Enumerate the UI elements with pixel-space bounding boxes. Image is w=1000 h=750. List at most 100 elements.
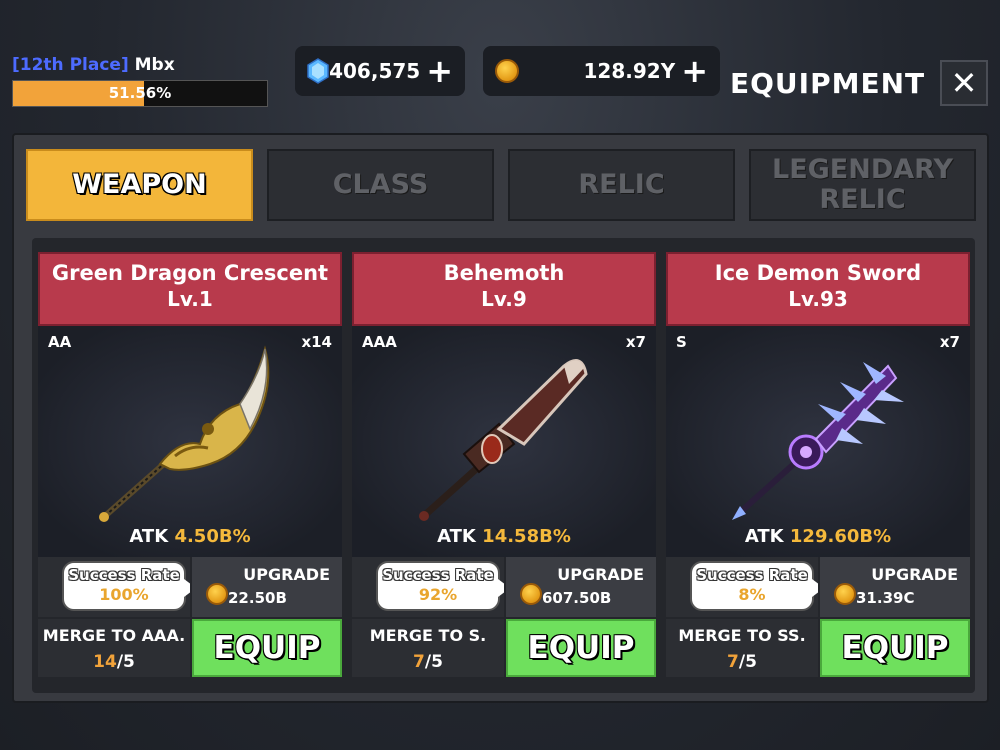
xp-progress-bar: 51.56%: [12, 80, 268, 107]
crescent-blade-icon: [99, 345, 270, 522]
add-gems-button[interactable]: +: [426, 55, 453, 87]
page-title: EQUIPMENT: [730, 67, 926, 100]
player-info: [12th Place] Mbx 51.56%: [12, 55, 268, 107]
merge-count: 14/5: [38, 652, 190, 672]
merge-label: MERGE TO AAA.: [42, 626, 186, 645]
merge-label: MERGE TO SS.: [678, 626, 806, 645]
weapon-count: x14: [301, 333, 332, 351]
coin-icon: [520, 583, 542, 605]
equip-button[interactable]: EQUIP: [506, 619, 656, 677]
merge-button[interactable]: MERGE TO SS. 7/5: [666, 619, 818, 677]
weapon-name: Green Dragon Crescent: [51, 261, 329, 285]
merge-current: 14: [93, 652, 117, 672]
upgrade-cost: 31.39C: [856, 589, 915, 607]
weapon-attack: ATK 4.50B%: [38, 526, 342, 547]
upgrade-cost: 22.50B: [228, 589, 287, 607]
merge-current: 7: [413, 652, 425, 672]
merge-total: /5: [424, 652, 443, 672]
weapon-card[interactable]: Behemoth Lv.9 AAA x7 ATK 14.58B% Success…: [352, 252, 656, 682]
merge-total: /5: [738, 652, 757, 672]
player-name: Mbx: [134, 55, 175, 75]
success-rate-bubble: Success Rate 8%: [690, 561, 824, 611]
weapon-card[interactable]: Ice Demon Sword Lv.93 S x7 ATK 129.60B% …: [666, 252, 970, 682]
weapon-grade: AAA: [362, 333, 397, 351]
weapon-card-header: Green Dragon Crescent Lv.1: [38, 252, 342, 326]
weapon-art: AAA x7 ATK 14.58B%: [352, 326, 656, 557]
atk-label: ATK: [129, 526, 169, 547]
success-rate: Success Rate 92%: [352, 557, 510, 617]
upgrade-label: UPGRADE: [557, 565, 644, 584]
tab-weapon[interactable]: WEAPON: [26, 149, 253, 221]
weapon-attack: ATK 14.58B%: [352, 526, 656, 547]
weapon-card[interactable]: Green Dragon Crescent Lv.1 AA x14 ATK 4.…: [38, 252, 342, 682]
atk-value: 129.60B%: [789, 526, 892, 547]
close-icon: ✕: [950, 64, 978, 102]
coin-icon: [206, 583, 228, 605]
merge-current: 7: [727, 652, 739, 672]
weapon-grade: AA: [48, 333, 72, 351]
merge-count: 7/5: [352, 652, 504, 672]
success-rate-value: 100%: [99, 585, 149, 604]
player-rank: [12th Place]: [12, 55, 129, 75]
equip-button[interactable]: EQUIP: [192, 619, 342, 677]
weapon-card-header: Behemoth Lv.9: [352, 252, 656, 326]
weapon-level: Lv.9: [481, 287, 527, 311]
weapon-count: x7: [625, 333, 646, 351]
weapon-name: Ice Demon Sword: [714, 261, 922, 285]
tab-legendary-relic[interactable]: LEGENDARY RELIC: [749, 149, 976, 221]
success-rate-bubble: Success Rate 100%: [62, 561, 196, 611]
weapon-card-list: Green Dragon Crescent Lv.1 AA x14 ATK 4.…: [32, 238, 975, 693]
weapon-level: Lv.93: [788, 287, 848, 311]
tab-weapon-label: WEAPON: [72, 169, 207, 200]
gem-currency: 406,575 +: [295, 46, 465, 96]
atk-value: 4.50B%: [174, 526, 251, 547]
upgrade-button[interactable]: UPGRADE 22.50B: [190, 557, 342, 617]
tab-class-label: CLASS: [332, 169, 429, 200]
tab-legendary-relic-label: LEGENDARY RELIC: [771, 154, 954, 215]
success-rate-value: 92%: [418, 585, 458, 604]
coin-icon: [834, 583, 856, 605]
success-rate-value: 8%: [738, 585, 766, 604]
weapon-art: S x7 ATK 129.60B%: [666, 326, 970, 557]
merge-button[interactable]: MERGE TO S. 7/5: [352, 619, 504, 677]
weapon-art: AA x14 ATK 4.50B%: [38, 326, 342, 557]
success-rate-label: Success Rate: [382, 566, 494, 584]
upgrade-cost: 607.50B: [542, 589, 612, 607]
success-rate-label: Success Rate: [696, 566, 808, 584]
upgrade-label: UPGRADE: [243, 565, 330, 584]
gem-icon: [307, 58, 329, 84]
weapon-grade: S: [676, 333, 687, 351]
equipment-panel: WEAPON CLASS RELIC LEGENDARY RELIC Green…: [12, 133, 989, 703]
upgrade-button[interactable]: UPGRADE 607.50B: [504, 557, 656, 617]
merge-total: /5: [116, 652, 135, 672]
gem-amount: 406,575: [329, 59, 421, 83]
equip-button[interactable]: EQUIP: [820, 619, 970, 677]
ice-sword-icon: [732, 362, 904, 520]
atk-label: ATK: [437, 526, 476, 547]
tab-relic[interactable]: RELIC: [508, 149, 735, 221]
weapon-attack: ATK 129.60B%: [666, 526, 970, 547]
close-button[interactable]: ✕: [940, 60, 988, 106]
weapon-count: x7: [939, 333, 960, 351]
atk-value: 14.58B%: [482, 526, 571, 547]
tab-class[interactable]: CLASS: [267, 149, 494, 221]
weapon-name: Behemoth: [443, 261, 565, 285]
gold-amount: 128.92Y: [583, 59, 676, 83]
gold-currency: 128.92Y +: [483, 46, 720, 96]
tab-relic-label: RELIC: [578, 169, 665, 200]
success-rate-bubble: Success Rate 92%: [376, 561, 510, 611]
atk-label: ATK: [744, 526, 784, 547]
success-rate-label: Success Rate: [68, 566, 180, 584]
weapon-card-header: Ice Demon Sword Lv.93: [666, 252, 970, 326]
weapon-level: Lv.1: [167, 287, 213, 311]
merge-label: MERGE TO S.: [369, 626, 487, 645]
merge-button[interactable]: MERGE TO AAA. 14/5: [38, 619, 190, 677]
success-rate: Success Rate 100%: [38, 557, 196, 617]
add-gold-button[interactable]: +: [681, 55, 708, 87]
player-name-line: [12th Place] Mbx: [12, 55, 268, 75]
success-rate: Success Rate 8%: [666, 557, 824, 617]
merge-count: 7/5: [666, 652, 818, 672]
coin-icon: [495, 59, 519, 83]
upgrade-button[interactable]: UPGRADE 31.39C: [818, 557, 970, 617]
upgrade-label: UPGRADE: [871, 565, 958, 584]
